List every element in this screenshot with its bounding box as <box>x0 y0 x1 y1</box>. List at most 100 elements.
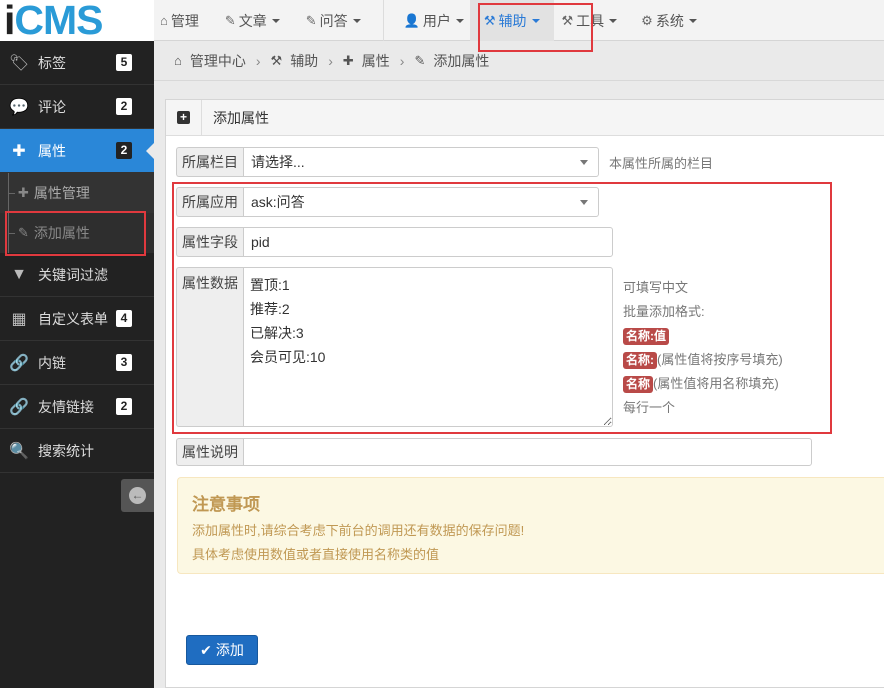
filter-icon: ▼ <box>11 265 27 283</box>
panel-title: 添加属性 <box>213 109 269 126</box>
form-row-category: 所属栏目 请选择... 本属性所属的栏目 <box>176 147 713 177</box>
sidebar-subitem-property-manage[interactable]: ✚ 属性管理 <box>0 173 154 213</box>
sidebar-collapse-button[interactable]: ← <box>121 479 154 512</box>
hint-text: (属性值将按序号填充) <box>657 352 783 367</box>
app-select[interactable]: ask:问答 <box>243 187 599 217</box>
tags-icon: 🏷 <box>8 54 30 72</box>
category-label: 所属栏目 <box>176 147 243 177</box>
nav-label: 文章 <box>238 12 267 29</box>
count-badge: 3 <box>116 354 132 371</box>
category-select-value: 请选择... <box>251 154 305 170</box>
select-caret-icon <box>580 200 588 205</box>
sidebar-item-tags[interactable]: 🏷 标签 5 <box>0 41 154 85</box>
sidebar-item-friend-links[interactable]: 🔗 友情链接 2 <box>0 385 154 429</box>
gavel-icon: ⚒ <box>561 12 574 28</box>
format-tag: 名称 <box>623 376 654 393</box>
tree-line <box>8 192 15 194</box>
comments-icon: 💬 <box>9 98 29 116</box>
count-badge: 2 <box>116 142 132 159</box>
data-label: 属性数据 <box>176 267 243 427</box>
format-tag: 名称: <box>623 352 657 369</box>
arrow-left-circle-icon: ← <box>129 487 146 504</box>
panel-header-icon-box: + <box>166 99 202 136</box>
nav-item-manage[interactable]: ⌂ 管理 <box>154 0 205 41</box>
nav-label: 管理 <box>170 12 199 29</box>
sidebar-item-properties[interactable]: ✚ 属性 2 <box>0 129 154 173</box>
caret-down-icon <box>688 18 697 23</box>
nav-label: 问答 <box>319 12 348 29</box>
notice-line: 添加属性时,请综合考虑下前台的调用还有数据的保存问题! <box>192 523 525 538</box>
sidebar-item-label: 内链 <box>38 354 66 371</box>
link-icon: 🔗 <box>9 398 29 416</box>
puzzle-icon: ✚ <box>18 185 29 200</box>
puzzle-icon: ✚ <box>342 52 354 68</box>
hint-line: 可填写中文 <box>623 280 689 295</box>
hint-text: (属性值将用名称填充) <box>653 376 779 391</box>
plus-square-icon: + <box>177 111 190 124</box>
count-badge: 4 <box>116 310 132 327</box>
count-badge: 5 <box>116 54 132 71</box>
top-bar: iCMS ⌂ 管理 ✎ 文章 ✎ 问答 👤 用户 ⚒ 辅助 ⚒ 工具 ⚙ 系统 <box>0 0 884 43</box>
add-button[interactable]: ✔ 添加 <box>186 635 258 665</box>
hint-line: 每行一个 <box>623 400 676 415</box>
puzzle-icon: ✚ <box>12 142 26 160</box>
nav-item-qa[interactable]: ✎ 问答 <box>300 0 367 41</box>
sidebar-item-internal-links[interactable]: 🔗 内链 3 <box>0 341 154 385</box>
breadcrumb-separator: › <box>328 52 333 69</box>
app-label: 所属应用 <box>176 187 243 217</box>
field-label: 属性字段 <box>176 227 243 257</box>
home-icon: ⌂ <box>160 12 168 28</box>
breadcrumb-separator: › <box>255 52 261 69</box>
edit-icon: ✎ <box>18 225 29 240</box>
hint-line: 名称: (属性值将按序号填充) <box>623 348 783 372</box>
logo[interactable]: iCMS <box>0 0 154 43</box>
sidebar: 🏷 标签 5 💬 评论 2 ✚ 属性 2 ✚ 属性管理 ✎ 添加属性 ▼ 关键词… <box>0 41 154 688</box>
gavel-icon: ⚒ <box>483 12 496 28</box>
sidebar-item-label: 关键词过滤 <box>38 266 108 283</box>
hint-line: 名称:值 <box>623 324 783 348</box>
app-select-value: ask:问答 <box>251 194 305 210</box>
sidebar-subitem-label: 添加属性 <box>33 225 90 241</box>
sidebar-subitem-label: 属性管理 <box>33 185 90 201</box>
nav-label: 系统 <box>655 12 684 29</box>
edit-icon: ✎ <box>224 12 236 28</box>
building-icon: ▦ <box>11 310 27 328</box>
field-input[interactable]: pid <box>243 227 613 257</box>
tree-line <box>8 232 15 234</box>
paperclip-icon: 🔗 <box>9 354 29 372</box>
edit-icon: ✎ <box>305 12 317 28</box>
breadcrumb-item[interactable]: 属性 <box>362 51 390 71</box>
description-input[interactable] <box>243 438 812 466</box>
notice-line: 具体考虑使用数值或者直接使用名称类的值 <box>192 547 440 562</box>
form-row-data: 属性数据 置顶:1 推荐:2 已解决:3 会员可见:10 <box>176 267 613 427</box>
sidebar-item-label: 评论 <box>38 98 66 115</box>
user-icon: 👤 <box>403 12 420 28</box>
nav-item-system[interactable]: ⚙ 系统 <box>635 0 703 41</box>
data-textarea[interactable]: 置顶:1 推荐:2 已解决:3 会员可见:10 <box>243 267 613 427</box>
sidebar-item-label: 友情链接 <box>38 398 94 415</box>
sidebar-subitem-add-property[interactable]: ✎ 添加属性 <box>0 213 154 253</box>
edit-icon: ✎ <box>414 52 426 68</box>
home-icon: ⌂ <box>174 53 182 68</box>
caret-down-icon <box>271 18 280 23</box>
check-icon: ✔ <box>200 641 212 658</box>
breadcrumb-item[interactable]: 管理中心 <box>190 51 246 71</box>
sidebar-item-comments[interactable]: 💬 评论 2 <box>0 85 154 129</box>
breadcrumb-item[interactable]: 辅助 <box>290 51 318 71</box>
nav-item-articles[interactable]: ✎ 文章 <box>219 0 286 41</box>
main-nav: ⌂ 管理 ✎ 文章 ✎ 问答 👤 用户 ⚒ 辅助 ⚒ 工具 ⚙ 系统 <box>154 0 703 41</box>
nav-item-tools[interactable]: ⚒ 工具 <box>556 0 624 41</box>
logo-text: iCMS <box>4 0 104 43</box>
notice-box: 注意事项 添加属性时,请综合考虑下前台的调用还有数据的保存问题! 具体考虑使用数… <box>177 477 884 574</box>
nav-item-users[interactable]: 👤 用户 <box>398 0 470 41</box>
nav-item-assist[interactable]: ⚒ 辅助 <box>469 0 554 41</box>
sidebar-item-search-stats[interactable]: 🔍 搜索统计 <box>0 429 154 473</box>
category-select[interactable]: 请选择... <box>243 147 599 177</box>
breadcrumb-item[interactable]: 添加属性 <box>433 51 489 71</box>
sidebar-item-custom-forms[interactable]: ▦ 自定义表单 4 <box>0 297 154 341</box>
form-row-app: 所属应用 ask:问答 <box>176 187 599 217</box>
sidebar-item-keyword-filter[interactable]: ▼ 关键词过滤 <box>0 253 154 297</box>
caret-down-icon <box>531 18 540 23</box>
category-help: 本属性所属的栏目 <box>609 155 714 171</box>
form-row-field: 属性字段 pid <box>176 227 613 257</box>
